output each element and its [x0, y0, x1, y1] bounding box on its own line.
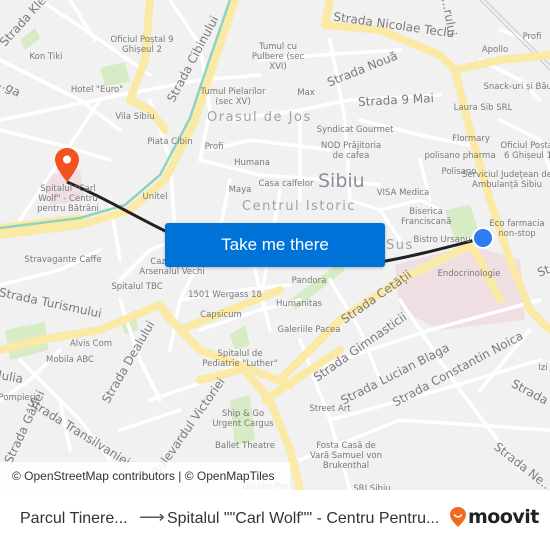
- poi-label: Piata Cibin: [147, 137, 193, 147]
- poi-label: Laura Sib SRL: [453, 103, 513, 113]
- poi-label: Oficiul Poștal 6 Ghișeul 1: [500, 141, 550, 161]
- moovit-logo[interactable]: moovit: [450, 506, 539, 528]
- route-footer: Parcul Tinere... ⟶ Spitalul ""Carl Wolf"…: [0, 490, 550, 550]
- city-label: Sibiu: [318, 170, 365, 192]
- poi-label: 1501 Wergass 18: [188, 290, 262, 300]
- poi-label: polisano pharma: [424, 151, 496, 161]
- origin-dot[interactable]: [472, 227, 494, 249]
- poi-label: Hotel "Euro": [70, 85, 124, 95]
- poi-label: Pompieri: [0, 393, 36, 403]
- poi-label: Unitel: [142, 192, 168, 202]
- poi-label: Ballet Theatre: [215, 441, 275, 451]
- poi-label: Capsicum: [200, 310, 242, 320]
- poi-label: Casa calfelor: [258, 179, 314, 189]
- destination-pin[interactable]: [55, 148, 79, 182]
- poi-label: Eco farmacia non-stop: [489, 219, 545, 239]
- poi-label: Street Art: [309, 404, 351, 414]
- poi-label: Profi: [204, 142, 224, 152]
- poi-label: Oficiul Poștal 9 Ghișeul 2: [110, 35, 174, 55]
- poi-label: Vila Sibiu: [115, 112, 155, 122]
- poi-label: Serviciul Județean de Ambulanță Sibiu: [461, 170, 550, 190]
- district-label: Centrul Istoric: [242, 199, 357, 214]
- district-label: Sus: [386, 238, 414, 253]
- destination-name: Spitalul ""Carl Wolf"" - Centru Pentru..…: [167, 510, 440, 527]
- destination-label: Spitalul "Carl Wolf" - Centru pentru Băt…: [37, 184, 99, 214]
- poi-label: Bistro Ursanu: [413, 235, 471, 245]
- poi-label: Biserica Franciscană: [401, 207, 452, 227]
- map-pin-icon: [55, 148, 79, 182]
- poi-label: Tumul Pielarilor (sec XV): [200, 87, 266, 107]
- poi-label: Alvis Com: [69, 339, 113, 349]
- poi-label: Tumul cu Pulbere (sec XVI): [251, 42, 305, 72]
- poi-label: Humanitas: [276, 299, 322, 309]
- poi-label: Stravagante Caffe: [24, 255, 102, 265]
- poi-label: Max: [297, 88, 315, 98]
- poi-label: Profi: [522, 32, 542, 42]
- moovit-wordmark: moovit: [468, 506, 539, 528]
- arrow-right-icon: ⟶: [139, 507, 165, 527]
- poi-label: Apollo: [481, 45, 509, 55]
- poi-label: Fosta Casă de Vară Samuel von Brukenthal: [310, 441, 382, 471]
- poi-label: Izi: [538, 363, 548, 373]
- district-label: Orasul de Jos: [207, 110, 312, 125]
- poi-label: Snack-uri și Băuturi: [483, 82, 550, 92]
- poi-label: Flormary: [452, 134, 490, 144]
- poi-label: Spitalul TBC: [111, 282, 163, 292]
- poi-label: Galeriile Pacea: [277, 325, 341, 335]
- poi-label: Kon Tiki: [29, 52, 63, 62]
- poi-label: Ship & Go Urgent Cargus: [212, 409, 274, 429]
- take-me-there-button[interactable]: Take me there: [165, 223, 385, 267]
- poi-label: Endocrinologie: [437, 269, 501, 279]
- poi-label: NOD Prăjitoria de cafea: [320, 141, 382, 161]
- poi-label: Pandora: [291, 276, 327, 286]
- poi-label: Mobila ABC: [46, 355, 94, 365]
- poi-label: Maya: [228, 185, 252, 195]
- origin-name: Parcul Tinere...: [20, 510, 128, 527]
- map-view[interactable]: Strada Kle... Strada Cibinului Strada Ni…: [0, 0, 550, 490]
- poi-label: Humana: [234, 158, 270, 168]
- moovit-pin-icon: [450, 507, 466, 527]
- map-attribution[interactable]: © OpenStreetMap contributors | © OpenMap…: [0, 462, 290, 490]
- poi-label: Syndicat Gourmet: [316, 125, 394, 135]
- poi-label: Spitalul de Pediatrie "Luther": [202, 349, 278, 369]
- poi-label: VISA Medica: [376, 188, 430, 198]
